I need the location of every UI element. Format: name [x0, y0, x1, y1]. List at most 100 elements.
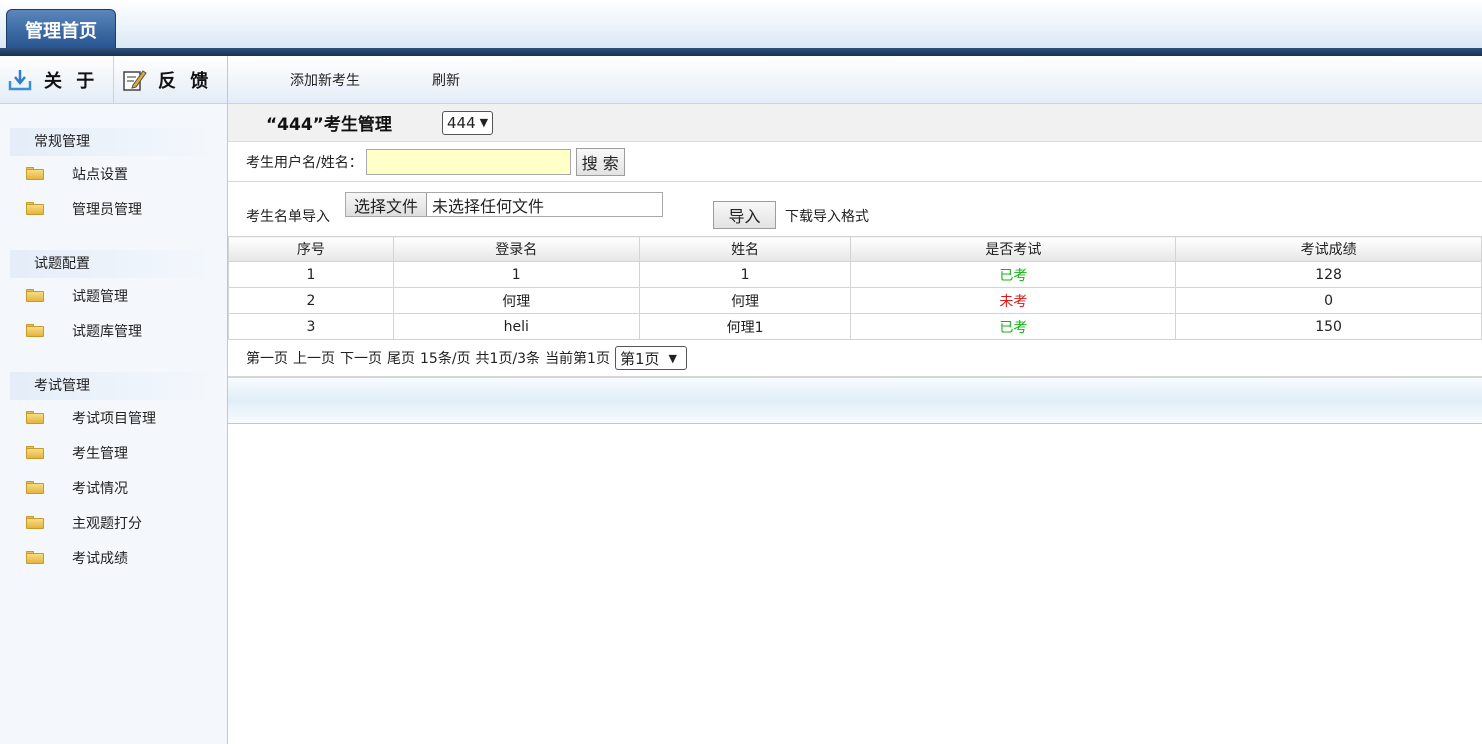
cell-no: 3	[228, 313, 394, 340]
last-page-link[interactable]: 尾页	[387, 348, 415, 368]
sidebar-item-label: 考生管理	[72, 445, 128, 462]
first-page-link[interactable]: 第一页	[246, 348, 288, 368]
search-input[interactable]	[365, 148, 571, 175]
sidebar-item-label: 试题库管理	[72, 323, 142, 340]
sidebar-item-label: 站点设置	[72, 166, 128, 183]
folder-icon	[26, 289, 44, 302]
exam-select[interactable]: 444 ▼	[442, 110, 494, 135]
cell-login: 1	[392, 261, 640, 288]
cell-score: 128	[1175, 261, 1482, 288]
prev-page-link[interactable]: 上一页	[293, 348, 335, 368]
download-icon	[6, 66, 34, 94]
total-text: 共1页/3条	[475, 351, 541, 367]
import-row: 考生名单导入 选择文件 未选择任何文件 导入 下载导入格式	[228, 182, 1482, 236]
chevron-down-icon: ▼	[479, 116, 489, 129]
page-title: “444”考生管理	[266, 115, 392, 135]
table-row: 1 1 1 已考 128	[228, 261, 1482, 288]
feedback-label: 反 馈	[158, 70, 213, 92]
top-header: 管理首页	[0, 0, 1482, 56]
about-label: 关 于	[44, 70, 99, 92]
cell-status: 已考	[850, 313, 1177, 340]
section-general: 常规管理 站点设置 管理员管理	[0, 128, 227, 226]
main-content: 添加新考生 刷新 “444”考生管理 444 ▼ 考生用户名/姓名： 搜 索 考…	[228, 56, 1482, 744]
table-row: 3 heli 何理1 已考 150	[228, 313, 1482, 340]
table-header-row: 序号 登录名 姓名 是否考试 考试成绩	[228, 236, 1482, 262]
exam-select-value: 444	[447, 113, 476, 132]
sidebar-item-examinee-management[interactable]: 考生管理	[0, 435, 227, 470]
cell-no: 2	[228, 287, 394, 314]
section-question-config: 试题配置 试题管理 试题库管理	[0, 250, 227, 348]
cell-status: 未考	[850, 287, 1177, 314]
folder-icon	[26, 446, 44, 459]
search-label: 考生用户名/姓名：	[246, 154, 363, 171]
import-button[interactable]: 导入	[713, 201, 776, 229]
title-row: “444”考生管理 444 ▼	[228, 104, 1482, 142]
file-status: 未选择任何文件	[432, 196, 545, 216]
pagination: 第一页 上一页 下一页 尾页 15条/页 共1页/3条 当前第1页 第1页 ▼	[228, 340, 1482, 378]
refresh-button[interactable]: 刷新	[432, 70, 460, 90]
cell-score: 0	[1175, 287, 1482, 314]
search-row: 考生用户名/姓名： 搜 索	[228, 142, 1482, 182]
cell-name: 1	[638, 261, 852, 288]
sidebar-item-label: 考试项目管理	[72, 410, 156, 427]
cell-name: 何理1	[638, 313, 852, 340]
cell-name: 何理	[638, 287, 852, 314]
folder-icon	[26, 324, 44, 337]
column-header-login: 登录名	[392, 236, 640, 262]
sidebar-item-exam-projects[interactable]: 考试项目管理	[0, 400, 227, 435]
examinee-table: 序号 登录名 姓名 是否考试 考试成绩 1 1 1 已考 128 2 何理 何理…	[228, 236, 1482, 340]
table-row: 2 何理 何理 未考 0	[228, 287, 1482, 314]
main-toolbar: 添加新考生 刷新	[228, 56, 1482, 104]
cell-status: 已考	[850, 261, 1177, 288]
sidebar-item-label: 试题管理	[72, 288, 128, 305]
search-button[interactable]: 搜 索	[575, 147, 625, 176]
cell-score: 150	[1175, 313, 1482, 340]
sidebar-item-label: 考试成绩	[72, 550, 128, 567]
folder-icon	[26, 481, 44, 494]
sidebar-item-site-settings[interactable]: 站点设置	[0, 156, 227, 191]
sidebar-item-exam-status[interactable]: 考试情况	[0, 470, 227, 505]
choose-file-button[interactable]: 选择文件	[346, 193, 428, 216]
folder-icon	[26, 551, 44, 564]
sidebar-tools: 关 于 反 馈	[0, 56, 227, 104]
home-tab[interactable]: 管理首页	[6, 9, 116, 51]
sidebar-item-question-management[interactable]: 试题管理	[0, 278, 227, 313]
feedback-button[interactable]: 反 馈	[114, 56, 227, 103]
chevron-down-icon: ▼	[668, 351, 677, 365]
sidebar-item-label: 管理员管理	[72, 201, 142, 218]
column-header-score: 考试成绩	[1175, 236, 1482, 262]
cell-no: 1	[228, 261, 394, 288]
about-button[interactable]: 关 于	[0, 56, 114, 103]
download-format-link[interactable]: 下载导入格式	[785, 206, 869, 226]
sidebar-item-label: 考试情况	[72, 480, 128, 497]
sidebar-item-label: 主观题打分	[72, 515, 142, 532]
edit-icon	[120, 66, 148, 94]
folder-icon	[26, 202, 44, 215]
per-page-text: 15条/页	[420, 351, 471, 367]
import-label: 考生名单导入	[246, 209, 330, 225]
bottom-band	[228, 378, 1482, 424]
page-select[interactable]: 第1页 ▼	[614, 346, 687, 370]
add-examinee-button[interactable]: 添加新考生	[290, 70, 360, 90]
sidebar-item-question-bank[interactable]: 试题库管理	[0, 313, 227, 348]
column-header-status: 是否考试	[850, 236, 1177, 262]
page-select-value: 第1页	[619, 349, 660, 368]
column-header-name: 姓名	[638, 236, 852, 262]
next-page-link[interactable]: 下一页	[340, 348, 382, 368]
section-title-question-config: 试题配置	[10, 250, 216, 278]
sidebar-item-admin-management[interactable]: 管理员管理	[0, 191, 227, 226]
column-header-no: 序号	[228, 236, 394, 262]
folder-icon	[26, 411, 44, 424]
sidebar-item-subjective-grading[interactable]: 主观题打分	[0, 505, 227, 540]
section-exam-management: 考试管理 考试项目管理 考生管理 考试情况 主观题打分 考试成绩	[0, 372, 227, 575]
current-page-text: 当前第1页	[545, 351, 610, 367]
section-title-general: 常规管理	[10, 128, 216, 156]
header-nav-bar	[0, 48, 1482, 56]
folder-icon	[26, 516, 44, 529]
folder-icon	[26, 167, 44, 180]
sidebar-item-exam-scores[interactable]: 考试成绩	[0, 540, 227, 575]
section-title-exam-management: 考试管理	[10, 372, 216, 400]
file-input[interactable]: 选择文件 未选择任何文件	[345, 192, 663, 217]
cell-login: heli	[392, 313, 640, 340]
cell-login: 何理	[392, 287, 640, 314]
